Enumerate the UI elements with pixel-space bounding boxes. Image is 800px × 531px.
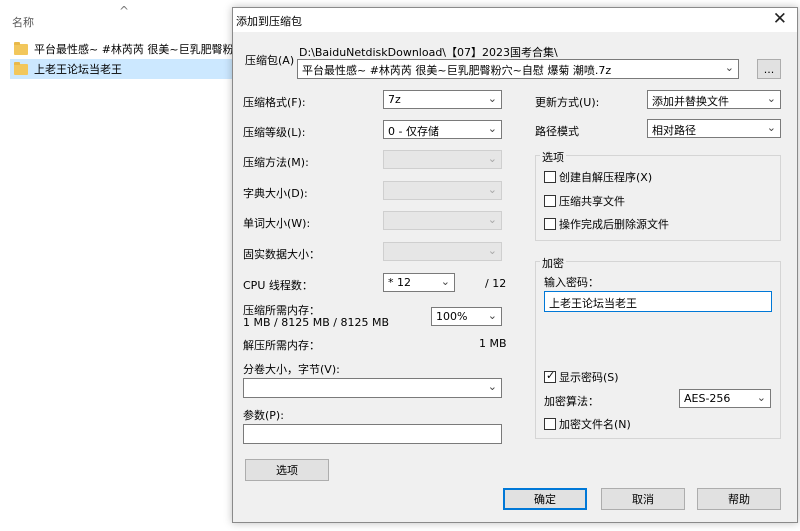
solid-select: ⌄ (383, 242, 502, 261)
chevron-down-icon: ⌄ (487, 309, 497, 322)
split-label: 分卷大小，字节(V): (243, 363, 340, 376)
chevron-down-icon: ⌄ (487, 92, 497, 105)
word-label: 单词大小(W): (243, 217, 311, 230)
chevron-down-icon: ⌄ (487, 213, 497, 226)
format-label: 压缩格式(F): (243, 96, 306, 109)
split-combo[interactable]: ⌄ (243, 378, 502, 398)
dialog-title: 添加到压缩包 (236, 15, 302, 28)
cpu-select[interactable]: * 12 ⌄ (383, 273, 455, 292)
folder-icon (14, 41, 28, 55)
archive-name-value: 平台最性感~ #林芮芮 很美~巨乳肥臀粉穴~自慰 爆菊 潮喷.7z (302, 64, 612, 77)
checkbox-icon[interactable] (544, 418, 556, 430)
chevron-down-icon: ⌄ (440, 275, 450, 288)
archive-path: D:\BaiduNetdiskDownload\【07】2023国考合集\ (299, 46, 558, 59)
mem-compress-value: 1 MB / 8125 MB / 8125 MB (243, 316, 389, 329)
folder-icon (14, 61, 28, 75)
mem-percent-select[interactable]: 100% ⌄ (431, 307, 502, 326)
format-value: 7z (388, 93, 401, 106)
archive-label: 压缩包(A) (245, 54, 295, 67)
params-input[interactable] (243, 424, 502, 444)
chevron-down-icon: ⌄ (487, 380, 497, 393)
mem-percent-value: 100% (436, 310, 468, 323)
algo-select[interactable]: AES-256 ⌄ (679, 389, 771, 408)
method-label: 压缩方法(M): (243, 156, 309, 169)
browse-button[interactable]: ... (757, 59, 781, 79)
update-value: 添加并替换文件 (652, 95, 729, 108)
sfx-checkbox[interactable]: 创建自解压程序(X) (544, 169, 652, 185)
chevron-down-icon: ⌄ (766, 121, 776, 134)
params-label: 参数(P): (243, 409, 284, 422)
help-button[interactable]: 帮助 (697, 488, 781, 510)
file-name: 上老王论坛当老王 (34, 63, 122, 76)
chevron-down-icon: ⌄ (487, 183, 497, 196)
password-input[interactable]: 上老王论坛当老王 (544, 291, 772, 312)
encryption-group-title: 加密 (540, 255, 566, 271)
shared-label: 压缩共享文件 (559, 195, 625, 208)
word-select: ⌄ (383, 211, 502, 230)
update-label: 更新方式(U): (535, 96, 600, 109)
show-password-label: 显示密码(S) (559, 371, 619, 384)
level-select[interactable]: 0 - 仅存储 ⌄ (383, 120, 502, 139)
delete-source-checkbox[interactable]: 操作完成后删除源文件 (544, 216, 669, 232)
close-icon[interactable]: ✕ (773, 9, 787, 29)
level-value: 0 - 仅存储 (388, 125, 439, 138)
cpu-value: * 12 (388, 276, 411, 289)
path-select[interactable]: 相对路径 ⌄ (647, 119, 781, 138)
path-value: 相对路径 (652, 124, 696, 137)
password-label: 输入密码： (544, 276, 599, 289)
chevron-down-icon[interactable]: ⌄ (725, 61, 734, 74)
chevron-down-icon: ⌄ (487, 152, 497, 165)
sort-up-icon[interactable]: ^ (119, 4, 129, 18)
mem-decompress-label: 解压所需内存： (243, 339, 320, 352)
algo-value: AES-256 (684, 392, 731, 405)
chevron-down-icon: ⌄ (487, 244, 497, 257)
dict-select: ⌄ (383, 181, 502, 200)
name-column-header[interactable]: 名称 (12, 14, 34, 30)
cpu-label: CPU 线程数： (243, 279, 313, 292)
options-button[interactable]: 选项 (245, 459, 329, 481)
checkbox-icon[interactable] (544, 171, 556, 183)
checkbox-icon[interactable] (544, 218, 556, 230)
solid-label: 固实数据大小： (243, 248, 320, 261)
dict-label: 字典大小(D): (243, 187, 308, 200)
encrypt-names-checkbox[interactable]: 加密文件名(N) (544, 416, 631, 432)
file-row[interactable]: 上老王论坛当老王 (10, 59, 235, 79)
level-label: 压缩等级(L): (243, 126, 306, 139)
cancel-button[interactable]: 取消 (601, 488, 685, 510)
show-password-checkbox[interactable]: 显示密码(S) (544, 369, 619, 385)
mem-decompress-value: 1 MB (479, 337, 507, 350)
chevron-down-icon: ⌄ (766, 92, 776, 105)
ok-button[interactable]: 确定 (503, 488, 587, 510)
format-select[interactable]: 7z ⌄ (383, 90, 502, 109)
chevron-down-icon: ⌄ (756, 391, 766, 404)
update-select[interactable]: 添加并替换文件 ⌄ (647, 90, 781, 109)
cpu-total: / 12 (485, 277, 507, 290)
chevron-down-icon: ⌄ (487, 122, 497, 135)
delete-source-label: 操作完成后删除源文件 (559, 218, 669, 231)
sfx-label: 创建自解压程序(X) (559, 171, 653, 184)
options-group-title: 选项 (540, 149, 566, 165)
archive-name-combo[interactable]: 平台最性感~ #林芮芮 很美~巨乳肥臀粉穴~自慰 爆菊 潮喷.7z ⌄ (297, 59, 739, 79)
title-bar: 添加到压缩包 ✕ (233, 8, 797, 32)
encrypt-names-label: 加密文件名(N) (559, 418, 631, 431)
add-to-archive-dialog: 添加到压缩包 ✕ 压缩包(A) D:\BaiduNetdiskDownload\… (232, 7, 798, 523)
checkbox-checked-icon[interactable] (544, 369, 556, 383)
file-name: 平台最性感~ #林芮芮 很美~巨乳肥臀粉... (34, 43, 235, 56)
checkbox-icon[interactable] (544, 195, 556, 207)
algo-label: 加密算法： (544, 395, 599, 408)
shared-checkbox[interactable]: 压缩共享文件 (544, 193, 625, 209)
path-label: 路径模式 (535, 125, 579, 138)
method-select: ⌄ (383, 150, 502, 169)
file-row[interactable]: 平台最性感~ #林芮芮 很美~巨乳肥臀粉... (10, 39, 235, 59)
